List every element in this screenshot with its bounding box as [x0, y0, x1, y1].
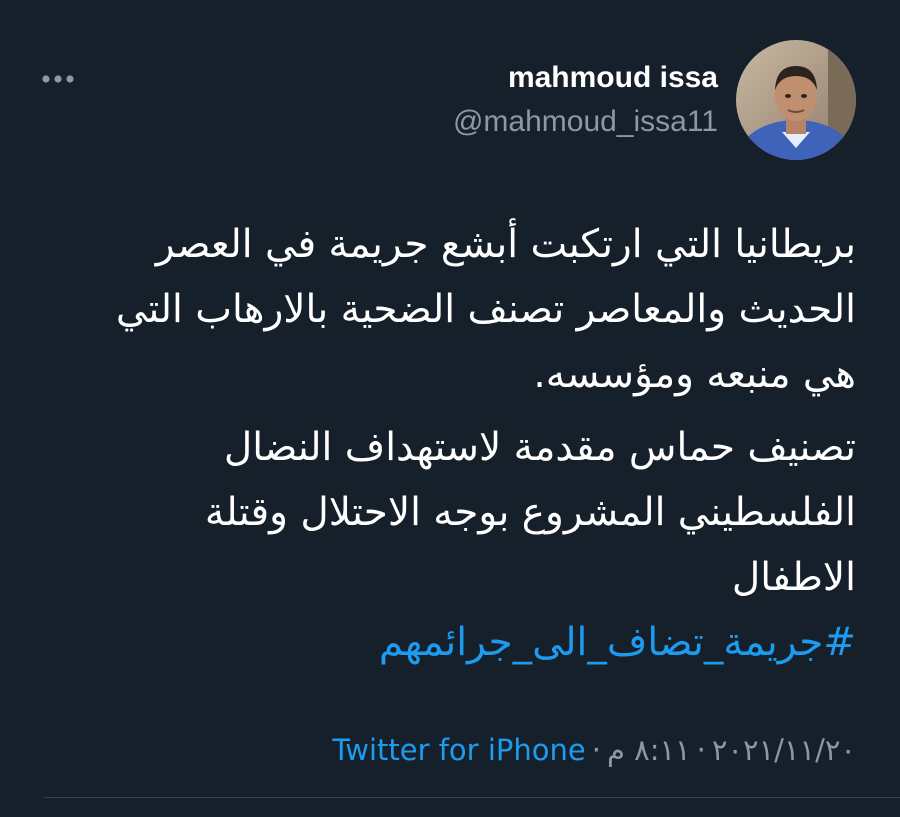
- more-options-button[interactable]: [38, 64, 78, 94]
- tweet-source-link[interactable]: Twitter for iPhone: [332, 733, 585, 767]
- meta-separator: ·: [696, 733, 706, 767]
- tweet-text: بريطانيا التي ارتكبت أبشع جريمة في العصر…: [96, 212, 856, 675]
- author-display-name[interactable]: mahmoud issa: [508, 58, 718, 98]
- tweet-paragraph-text: تصنيف حماس مقدمة لاستهداف النضال الفلسطي…: [204, 425, 856, 600]
- avatar-photo: [736, 40, 856, 160]
- tweet-time: ٨:١١ م: [606, 733, 691, 767]
- tweet-paragraph: بريطانيا التي ارتكبت أبشع جريمة في العصر…: [115, 222, 856, 397]
- author-handle[interactable]: @mahmoud_issa11: [453, 102, 718, 142]
- avatar[interactable]: [736, 40, 856, 160]
- tweet-meta: ٢٠٢١/١١/٢٠·٨:١١ م·Twitter for iPhone: [96, 725, 856, 775]
- tweet-date: ٢٠٢١/١١/٢٠: [711, 733, 856, 767]
- author-names: mahmoud issa @mahmoud_issa11: [453, 58, 718, 142]
- meta-separator: ·: [591, 733, 601, 767]
- tweet-author: mahmoud issa @mahmoud_issa11: [453, 40, 856, 160]
- hashtag-link[interactable]: #جريمة_تضاف_الى_جرائمهم: [379, 620, 856, 665]
- more-horizontal-icon: [42, 75, 74, 83]
- divider: [44, 797, 900, 798]
- tweet-paragraph: تصنيف حماس مقدمة لاستهداف النضال الفلسطي…: [96, 415, 856, 675]
